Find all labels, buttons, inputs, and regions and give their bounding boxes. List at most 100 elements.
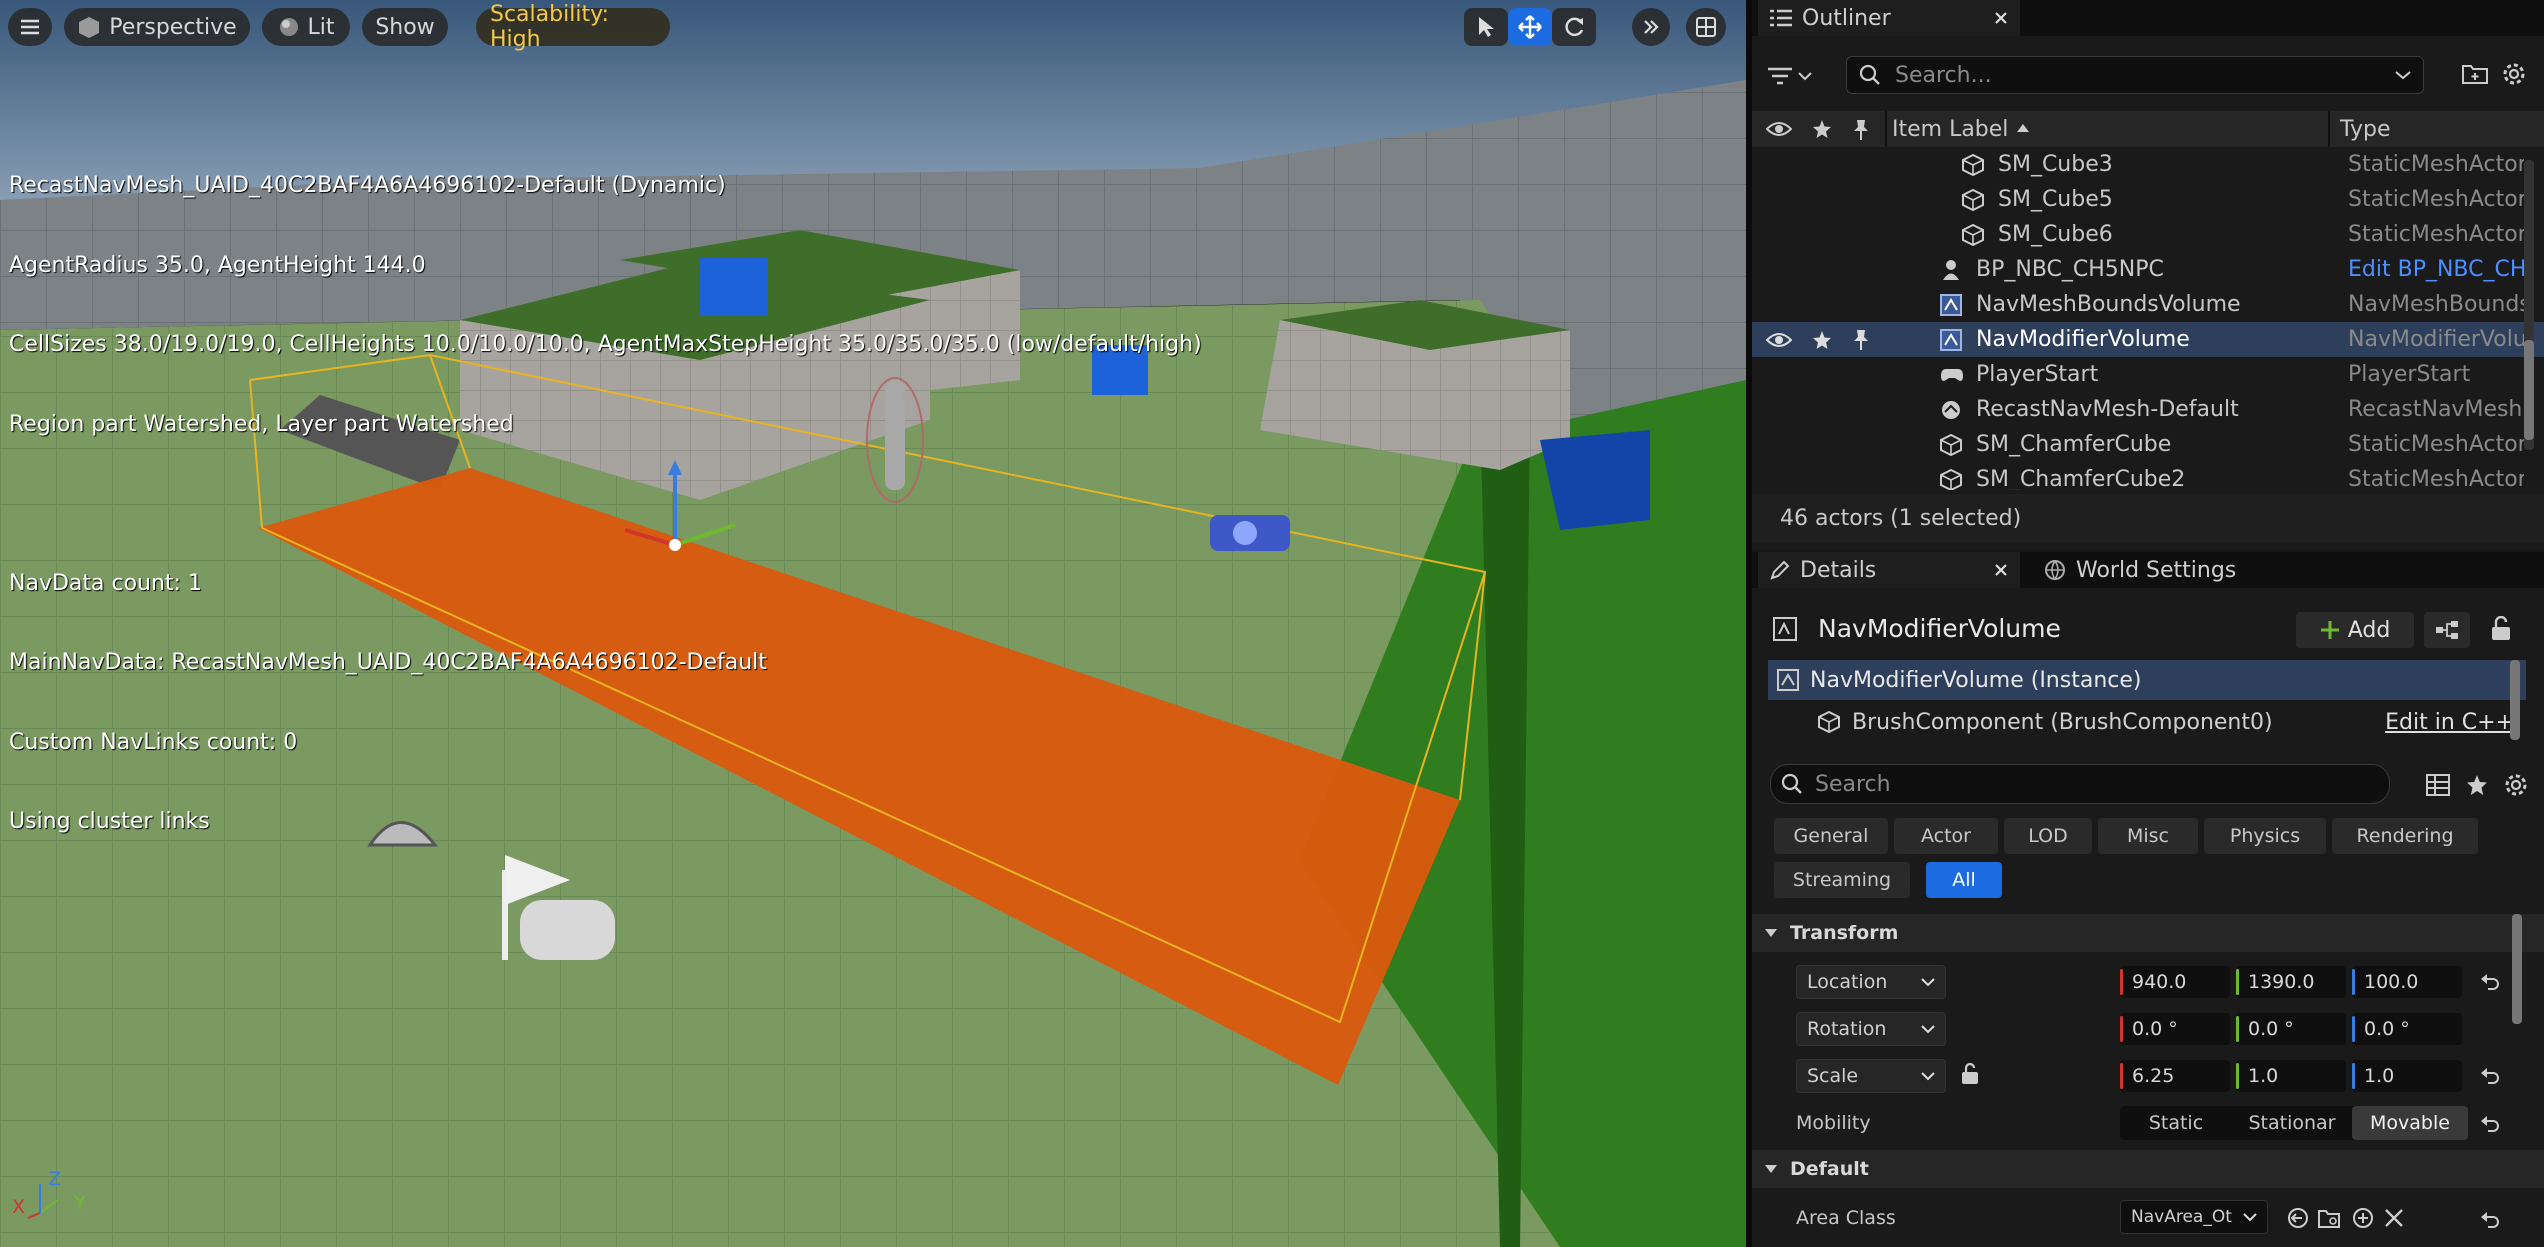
area-class-dropdown[interactable]: NavArea_Ot [2120,1200,2268,1234]
rotate-mode-button[interactable] [1552,8,1596,46]
outliner-row[interactable]: NavModifierVolume NavModifierVolume [1752,322,2544,357]
edit-blueprint-link[interactable]: Edit BP_NBC_CH5NPC [2348,252,2524,287]
default-section-header[interactable]: Default [1752,1150,2544,1188]
rotation-x-field[interactable]: 0.0 ° [2120,1013,2230,1045]
add-circle-icon[interactable] [2352,1207,2374,1229]
components-scrollbar[interactable] [2510,660,2520,740]
blueprint-button[interactable] [2424,612,2470,648]
filter-streaming[interactable]: Streaming [1774,862,1910,898]
mobility-movable[interactable]: Movable [2352,1106,2468,1140]
clear-x-icon[interactable] [2384,1208,2404,1228]
viewport-menu-button[interactable] [8,8,52,46]
component-brush-row[interactable]: BrushComponent (BrushComponent0) Edit in… [1768,702,2526,742]
perspective-button[interactable]: Perspective [64,8,250,46]
navdebug-line: Region part Watershed, Layer part Waters… [9,411,514,437]
location-x-field[interactable]: 940.0 [2120,966,2230,998]
add-component-button[interactable]: Add [2296,612,2414,648]
gear-icon[interactable] [2504,773,2528,797]
outliner-row[interactable]: SM_ChamferCube StaticMeshActor [1752,427,2544,462]
select-mode-button[interactable] [1464,8,1508,46]
outliner-item-label: SM_ChamferCube [1976,432,2172,457]
column-type[interactable]: Type [2340,117,2391,142]
rotation-dropdown[interactable]: Rotation [1796,1012,1946,1046]
outliner-search-input[interactable]: Search... [1846,56,2424,94]
tab-world-settings[interactable]: World Settings [2032,552,2262,588]
mobility-static[interactable]: Static [2120,1106,2232,1140]
reset-arrow-icon[interactable] [2480,1066,2500,1084]
close-icon[interactable] [1994,11,2008,25]
location-z-field[interactable]: 100.0 [2352,966,2462,998]
scalability-button[interactable]: Scalability: High [476,2,670,52]
edit-in-cpp-link[interactable]: Edit in C++ [2385,710,2514,735]
outliner-scrollbar[interactable] [2524,160,2534,450]
location-y-field[interactable]: 1390.0 [2236,966,2346,998]
outliner-row[interactable]: NavMeshBoundsVolume NavMeshBoundsVolume [1752,287,2544,322]
scale-z-field[interactable]: 1.0 [2352,1060,2462,1092]
reset-arrow-icon[interactable] [2480,1114,2500,1132]
close-icon[interactable] [1994,563,2008,577]
details-search-placeholder: Search [1815,771,1891,797]
rotation-z-field[interactable]: 0.0 ° [2352,1013,2462,1045]
outliner-filter-button[interactable] [1768,58,1824,94]
translate-mode-button[interactable] [1508,8,1552,46]
unlock-icon[interactable] [1960,1062,1980,1086]
outliner-row[interactable]: BP_NBC_CH5NPC Edit BP_NBC_CH5NPC [1752,252,2544,287]
details-search-input[interactable]: Search [1770,764,2390,804]
eye-icon[interactable] [1766,322,1792,357]
unlock-icon[interactable] [2490,616,2512,642]
use-selected-arrow-icon[interactable] [2287,1207,2309,1229]
filter-physics[interactable]: Physics [2204,818,2326,854]
details-scrollbar[interactable] [2512,914,2522,1024]
viewport-layout-button[interactable] [1686,8,1726,46]
viewport-more-button[interactable] [1632,8,1670,46]
location-dropdown[interactable]: Location [1796,965,1946,999]
scale-label: Scale [1807,1065,1859,1087]
scalability-label: Scalability: High [490,2,609,52]
pin-icon[interactable] [1852,322,1870,357]
add-folder-icon[interactable] [2462,62,2488,84]
scale-x-field[interactable]: 6.25 [2120,1060,2230,1092]
outliner-item-type: StaticMeshActor [2348,222,2524,247]
filter-misc[interactable]: Misc [2098,818,2198,854]
transform-section-header[interactable]: Transform [1752,914,2544,952]
star-icon[interactable] [1812,322,1832,357]
gear-icon[interactable] [2502,62,2526,86]
star-icon[interactable] [2466,774,2488,796]
mobility-stationary[interactable]: Stationar [2236,1106,2348,1140]
axis-x-label: X [12,1196,26,1218]
eye-icon[interactable] [1766,119,1792,139]
browse-folder-icon[interactable] [2318,1207,2342,1229]
outliner-row[interactable]: SM_Cube5 StaticMeshActor [1752,182,2544,217]
column-item-label[interactable]: Item Label [1892,117,2008,142]
tab-outliner[interactable]: Outliner [1758,0,2020,36]
rotation-y-field[interactable]: 0.0 ° [2236,1013,2346,1045]
volume-icon [1776,668,1800,692]
scale-y-field[interactable]: 1.0 [2236,1060,2346,1092]
outliner-item-label: SM_ChamferCube2 [1976,467,2186,490]
outliner-row[interactable]: RecastNavMesh-Default RecastNavMesh [1752,392,2544,427]
filter-general[interactable]: General [1774,818,1888,854]
outliner-row[interactable]: SM_Cube3 StaticMeshActor [1752,147,2544,182]
filter-actor[interactable]: Actor [1894,818,1998,854]
reset-arrow-icon[interactable] [2480,1210,2500,1228]
outliner-row[interactable]: SM_ChamferCube2 StaticMeshActor [1752,462,2544,490]
component-instance-row[interactable]: NavModifierVolume (Instance) [1768,660,2526,700]
table-view-icon[interactable] [2426,774,2450,796]
character-icon [1940,252,1962,287]
filter-all[interactable]: All [1926,862,2002,898]
pin-icon[interactable] [1852,119,1870,141]
outliner-panel: Outliner Search... Item Label Type SM_Cu… [1752,0,2544,550]
scale-dropdown[interactable]: Scale [1796,1059,1946,1093]
show-button[interactable]: Show [362,8,448,46]
star-icon[interactable] [1812,119,1832,139]
outliner-row[interactable]: PlayerStart PlayerStart [1752,357,2544,392]
tab-details[interactable]: Details [1758,552,2020,588]
actor-name[interactable]: NavModifierVolume [1818,614,2061,643]
filter-lod[interactable]: LOD [2004,818,2092,854]
level-viewport[interactable]: Perspective Lit Show Scalability: High R… [0,0,1746,1247]
reset-arrow-icon[interactable] [2480,972,2500,990]
axis-y-label: Y [74,1192,86,1214]
outliner-row[interactable]: SM_Cube6 StaticMeshActor [1752,217,2544,252]
lit-button[interactable]: Lit [262,8,350,46]
filter-rendering[interactable]: Rendering [2332,818,2478,854]
